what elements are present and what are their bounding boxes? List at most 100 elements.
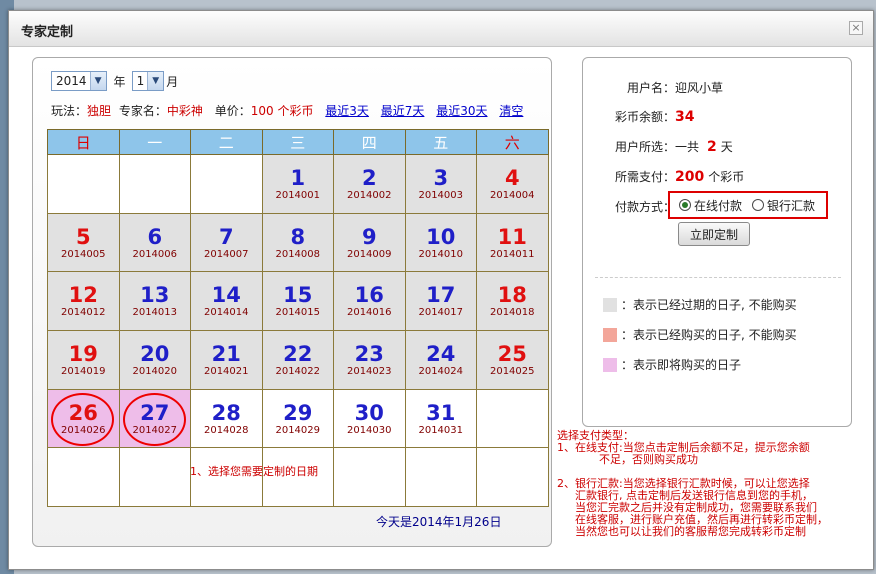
day-code: 2014015 — [275, 307, 321, 319]
order-summary-panel: 用户名：迎风小草 彩币余额：34 用户所选：一共 2 天 所需支付：200 个彩币 付… — [582, 57, 852, 427]
online-payment-option[interactable]: 在线付款 — [679, 197, 742, 214]
day-code: 2014007 — [203, 248, 249, 260]
selection-circle — [122, 392, 186, 446]
legend-item: ：表示已经购买的日子, 不能购买 — [603, 326, 797, 343]
legend-text: ：表示已经过期的日子, 不能购买 — [621, 298, 797, 312]
day-code: 2014025 — [489, 365, 535, 377]
calendar-day-29[interactable]: 29 2014029 — [261, 388, 334, 449]
weekday-4: 四 — [333, 129, 406, 155]
weekday-5: 五 — [404, 129, 477, 155]
username-row: 用户名：迎风小草 — [627, 79, 723, 96]
payment-row: 所需支付：200 个彩币 — [615, 168, 744, 185]
calendar-day-1: 1 2014001 — [261, 154, 334, 214]
calendar-day-12: 12 2014012 — [47, 271, 120, 332]
day-code: 2014021 — [203, 365, 249, 377]
calendar-week: 26 2014026 27 2014027 28 2014028 29 2014029 30 20… — [47, 388, 549, 449]
recent-7-days-link[interactable]: 最近7天 — [381, 104, 425, 118]
choose-date-hint: 1、选择您需要定制的日期 — [190, 465, 318, 478]
day-code: 2014008 — [275, 248, 321, 260]
submit-order-button[interactable]: 立即定制 — [678, 222, 750, 246]
recent-30-days-link[interactable]: 最近30天 — [436, 104, 487, 118]
day-number: 19 — [68, 341, 98, 366]
day-number: 29 — [283, 400, 313, 425]
day-number: 28 — [211, 400, 241, 425]
calendar-empty-cell — [47, 447, 120, 508]
close-icon[interactable]: × — [849, 21, 863, 35]
calendar-day-26[interactable]: 26 2014026 — [47, 388, 120, 449]
calendar-day-4: 4 2014004 — [476, 154, 549, 214]
calendar-panel: 2014 ▼ 年 1 ▼ 月 玩法：独胆 专家名：中彩神 单价：100 个彩币 … — [32, 57, 552, 547]
day-code: 2014012 — [60, 307, 106, 319]
day-code: 2014029 — [275, 424, 321, 436]
calendar-day-11: 11 2014011 — [476, 212, 549, 273]
expert-label: 专家名： — [118, 104, 167, 118]
day-number: 22 — [283, 341, 313, 366]
day-number: 5 — [75, 224, 91, 249]
calendar-body: 1 2014001 2 2014002 3 2014003 4 2014004 5 2014005… — [47, 154, 549, 508]
month-select[interactable]: 1 ▼ — [131, 71, 165, 91]
day-code: 2014011 — [489, 248, 535, 260]
day-code: 2014003 — [418, 189, 464, 201]
balance-value: 34 — [675, 109, 695, 125]
calendar-day-22: 22 2014022 — [261, 330, 334, 390]
day-number: 1 — [290, 165, 306, 190]
year-label: 年 — [113, 74, 126, 89]
year-select[interactable]: 2014 ▼ — [51, 71, 107, 91]
calendar-empty-cell — [118, 154, 191, 214]
calendar-day-28[interactable]: 28 2014028 — [190, 388, 263, 449]
custom-order-dialog: 专家定制 × 2014 ▼ 年 1 ▼ 月 玩法：独胆 专家名：中彩神 单价：1… — [8, 10, 874, 570]
day-number: 23 — [354, 341, 384, 366]
chevron-down-icon: ▼ — [89, 72, 106, 90]
recent-3-days-link[interactable]: 最近3天 — [325, 104, 369, 118]
month-label: 月 — [166, 74, 179, 89]
day-number: 30 — [354, 400, 384, 425]
calendar-grid: 日一二三四五六 1 2014001 2 2014002 3 2014003 4 2014004… — [47, 129, 549, 508]
day-code: 2014017 — [418, 307, 464, 319]
weekday-header: 日一二三四五六 — [47, 129, 549, 155]
radio-unchecked-icon[interactable] — [752, 199, 765, 211]
balance-row: 彩币余额：34 — [615, 108, 695, 125]
clear-link[interactable]: 清空 — [499, 104, 523, 118]
calendar-day-25: 25 2014025 — [476, 330, 549, 390]
day-code: 2014013 — [132, 307, 178, 319]
calendar-day-7: 7 2014007 — [190, 212, 263, 273]
day-number: 9 — [361, 224, 377, 249]
day-number: 7 — [218, 224, 234, 249]
payment-label: 所需支付： — [615, 170, 676, 184]
calendar-empty-cell — [47, 154, 120, 214]
day-code: 2014022 — [275, 365, 321, 377]
calendar-day-5: 5 2014005 — [47, 212, 120, 273]
calendar-day-31[interactable]: 31 2014031 — [404, 388, 477, 449]
calendar-day-17: 17 2014017 — [404, 271, 477, 332]
bank-transfer-option[interactable]: 银行汇款 — [752, 197, 815, 214]
legend-text: ：表示即将购买的日子 — [621, 358, 742, 372]
month-value: 1 — [136, 74, 145, 88]
legend-swatch — [603, 357, 617, 372]
calendar-day-15: 15 2014015 — [261, 271, 334, 332]
day-code: 2014024 — [418, 365, 464, 377]
payment-unit: 个彩币 — [708, 170, 745, 184]
weekday-6: 六 — [476, 129, 549, 155]
order-info: 玩法：独胆 专家名：中彩神 单价：100 个彩币 最近3天 最近7天 最近30天… — [51, 102, 523, 119]
calendar-day-30[interactable]: 30 2014030 — [333, 388, 406, 449]
weekday-3: 三 — [261, 129, 334, 155]
day-code: 2014014 — [203, 307, 249, 319]
calendar-day-13: 13 2014013 — [118, 271, 191, 332]
day-number: 15 — [283, 283, 313, 308]
calendar-day-2: 2 2014002 — [333, 154, 406, 214]
day-number: 2 — [361, 165, 377, 190]
day-number: 11 — [497, 224, 527, 249]
year-value: 2014 — [56, 74, 87, 88]
day-code: 2014002 — [346, 189, 392, 201]
method-label: 付款方式： — [615, 200, 676, 214]
day-code: 2014018 — [489, 307, 535, 319]
dialog-title: 专家定制 — [21, 25, 74, 40]
note-online-2: 不足，否则购买成功 — [599, 453, 698, 467]
calendar-day-27[interactable]: 27 2014027 — [118, 388, 191, 449]
day-number: 14 — [211, 283, 241, 308]
radio-checked-icon[interactable] — [679, 199, 691, 211]
day-number: 21 — [211, 341, 241, 366]
divider — [595, 277, 841, 278]
day-code: 2014004 — [489, 189, 535, 201]
day-code: 2014028 — [203, 424, 249, 436]
